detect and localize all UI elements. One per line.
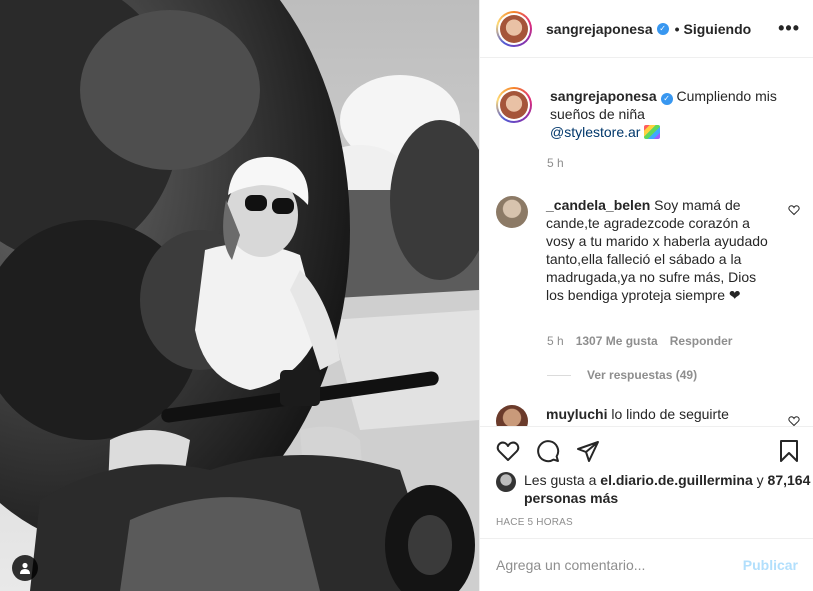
author-avatar[interactable]: [496, 10, 532, 47]
separator-dot: •: [674, 20, 680, 37]
verified-badge-icon: ✓: [660, 93, 673, 105]
caption-author[interactable]: sangrejaponesa: [550, 88, 657, 104]
ellipsis-icon[interactable]: •••: [778, 18, 800, 39]
liker-username[interactable]: el.diario.de.guillermina: [600, 472, 752, 488]
commenter-avatar[interactable]: [496, 405, 528, 426]
commenter-avatar[interactable]: [496, 196, 528, 228]
reply-button[interactable]: Responder: [670, 334, 733, 348]
verified-badge-icon: ✓: [656, 22, 669, 35]
rainbow-flag-icon: [644, 125, 661, 139]
caption: sangrejaponesa ✓ Cumpliendo mis sueños de…: [496, 87, 806, 141]
post-header: sangrejaponesa ✓ • Siguiendo •••: [480, 0, 813, 58]
replies-divider: [547, 374, 571, 376]
like-comment-heart-icon[interactable]: [788, 203, 800, 221]
like-comment-heart-icon[interactable]: [788, 414, 800, 426]
comment-likes[interactable]: 1307 Me gusta: [576, 334, 658, 348]
comment-text-block: _candela_belen Soy mamá de cande,te agra…: [546, 196, 774, 304]
caption-author-avatar[interactable]: [496, 87, 532, 123]
likes-conjunction: y: [756, 472, 764, 488]
likes-summary: Les gusta a el.diario.de.guillermina y 8…: [496, 471, 813, 507]
caption-time[interactable]: 5 h: [547, 156, 564, 170]
comments-list[interactable]: sangrejaponesa ✓ Cumpliendo mis sueños de…: [480, 59, 813, 426]
comment-input[interactable]: [496, 557, 743, 573]
comment-text: lo lindo de seguirte: [611, 406, 729, 422]
add-comment-bar: Publicar: [480, 538, 813, 591]
action-icons: [496, 439, 600, 463]
tag-people-button[interactable]: [12, 555, 38, 581]
comment-item: muyluchi lo lindo de seguirte: [496, 405, 729, 426]
author-username[interactable]: sangrejaponesa: [546, 21, 653, 37]
comment-item: _candela_belen Soy mamá de cande,te agra…: [496, 196, 806, 304]
comment-time[interactable]: 5 h: [547, 334, 564, 348]
user-icon: [20, 562, 30, 574]
comment-icon[interactable]: [536, 439, 560, 463]
liker-avatar[interactable]: [496, 472, 516, 492]
post-photo[interactable]: [0, 0, 479, 591]
likes-text: Les gusta a el.diario.de.guillermina y 8…: [524, 471, 813, 507]
post-timestamp[interactable]: Hace 5 horas: [496, 517, 573, 528]
comment-author[interactable]: _candela_belen: [546, 197, 650, 213]
view-replies-label: Ver respuestas (49): [587, 368, 698, 382]
heart-emoji: ❤: [728, 287, 741, 303]
share-icon[interactable]: [576, 439, 600, 463]
view-replies-button[interactable]: Ver respuestas (49): [547, 368, 697, 382]
post-photo-image: [0, 0, 479, 591]
post-details-panel: sangrejaponesa ✓ • Siguiendo ••• sangrej…: [479, 0, 813, 591]
post-actions: Les gusta a el.diario.de.guillermina y 8…: [480, 426, 813, 528]
likes-prefix: Les gusta a: [524, 472, 597, 488]
comment-meta: 5 h 1307 Me gusta Responder: [547, 334, 732, 348]
bookmark-icon[interactable]: [778, 439, 800, 468]
publish-button[interactable]: Publicar: [743, 557, 798, 573]
heart-icon[interactable]: [496, 439, 520, 463]
comment-text-block: muyluchi lo lindo de seguirte: [546, 405, 729, 426]
caption-text-block: sangrejaponesa ✓ Cumpliendo mis sueños de…: [550, 87, 806, 141]
following-button[interactable]: Siguiendo: [684, 21, 752, 37]
comment-author[interactable]: muyluchi: [546, 406, 607, 422]
caption-mention[interactable]: @stylestore.ar: [550, 124, 640, 140]
